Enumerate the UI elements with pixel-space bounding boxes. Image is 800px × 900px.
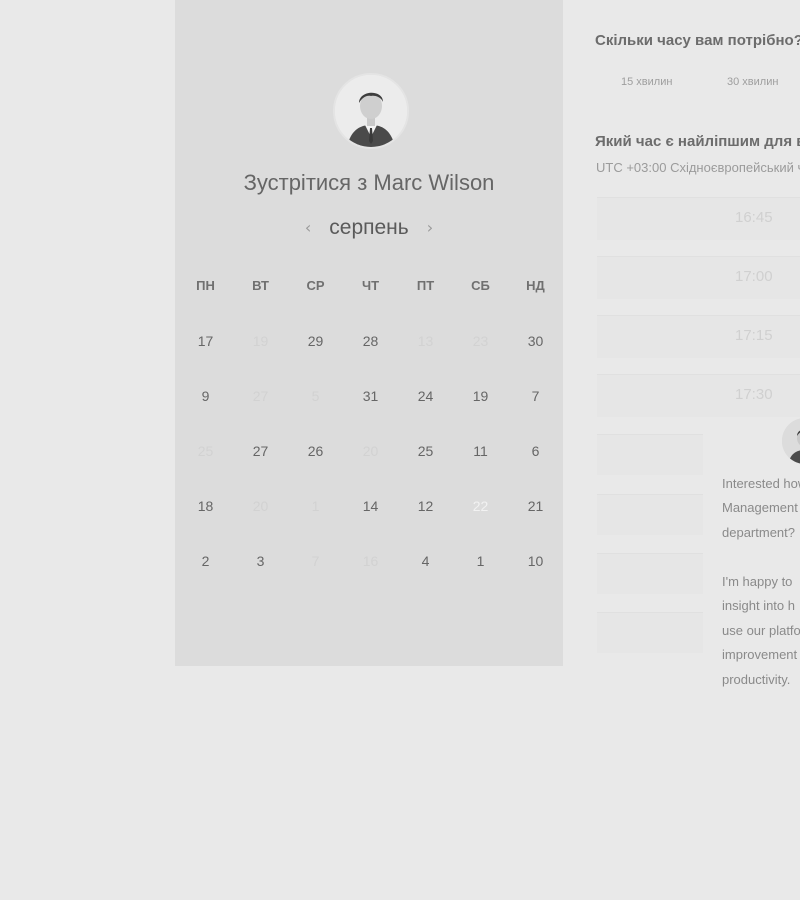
- calendar-day[interactable]: 2: [178, 551, 233, 571]
- calendar-day-disabled: 7: [311, 553, 320, 569]
- weekday-label: СБ: [471, 278, 490, 293]
- weekday-label: ВТ: [252, 278, 269, 293]
- chat-line: use our platfo: [722, 623, 800, 638]
- calendar-day-disabled: 20: [362, 443, 379, 459]
- calendar-day-disabled: 1: [311, 498, 320, 514]
- chat-line: Interested how: [722, 476, 800, 491]
- duration-option-15[interactable]: 15 хвилин: [621, 68, 672, 96]
- calendar-day[interactable]: 9: [178, 386, 233, 406]
- time-slot[interactable]: 17:15: [597, 315, 800, 358]
- calendar-day[interactable]: 17: [178, 331, 233, 351]
- calendar-day[interactable]: 25: [398, 441, 453, 461]
- weekday-header: ПН ВТ СР ЧТ ПТ СБ НД: [178, 278, 563, 293]
- calendar-week: 17 19 29 28 13 23 30: [178, 331, 563, 351]
- calendar-day[interactable]: 24: [398, 386, 453, 406]
- chevron-left-icon[interactable]: ‹: [305, 220, 311, 236]
- time-slot-label: 17:15: [735, 327, 773, 344]
- weekday-label: ПТ: [416, 278, 435, 293]
- calendar-day[interactable]: 21: [508, 496, 563, 516]
- calendar-day[interactable]: 18: [178, 496, 233, 516]
- calendar-day[interactable]: 19: [453, 386, 508, 406]
- month-label: серпень: [329, 216, 409, 239]
- calendar-day[interactable]: 27: [233, 441, 288, 461]
- selected-day-label: 22: [472, 498, 489, 514]
- calendar-week: 9 27 5 31 24 19 7: [178, 386, 563, 406]
- time-slot-label: 16:45: [735, 209, 773, 226]
- meeting-title: Зустрітися з Marc Wilson: [243, 170, 495, 195]
- calendar-week: 25 27 26 20 25 11 6: [178, 441, 563, 461]
- duration-question: Скільки часу вам потрібно?: [595, 32, 800, 49]
- time-slot[interactable]: 16:45: [597, 197, 800, 240]
- timezone-label[interactable]: UTC +03:00 Східноєвропейський час: [596, 160, 800, 175]
- chat-line: Management: [722, 500, 798, 515]
- calendar-day[interactable]: 26: [288, 441, 343, 461]
- time-slot-label: 17:30: [735, 386, 773, 403]
- time-slot[interactable]: [597, 434, 703, 475]
- time-question: Який час є найліпшим для вас?: [595, 133, 800, 150]
- calendar-day-disabled: 25: [197, 443, 214, 459]
- chat-line: insight into h: [722, 598, 795, 613]
- chat-line: department?: [722, 525, 795, 540]
- chevron-right-icon[interactable]: ›: [427, 220, 433, 236]
- calendar-day[interactable]: 28: [343, 331, 398, 351]
- calendar-day-disabled: 5: [311, 388, 320, 404]
- time-slot[interactable]: [597, 494, 703, 535]
- chat-line: improvement: [722, 647, 798, 662]
- duration-tabs: 15 хвилин 30 хвилин: [595, 68, 800, 96]
- person-photo: [335, 75, 407, 147]
- calendar-day[interactable]: 1: [453, 551, 508, 571]
- calendar-day[interactable]: 30: [508, 331, 563, 351]
- calendar-day[interactable]: 11: [453, 441, 508, 461]
- calendar-day-disabled: 23: [472, 333, 489, 349]
- calendar-day[interactable]: 6: [508, 441, 563, 461]
- duration-option-30[interactable]: 30 хвилин: [727, 68, 778, 96]
- calendar-day[interactable]: 29: [288, 331, 343, 351]
- time-slot[interactable]: [597, 612, 703, 653]
- time-slot[interactable]: 17:00: [597, 256, 800, 299]
- calendar-day[interactable]: 4: [398, 551, 453, 571]
- weekday-label: ПН: [196, 278, 215, 293]
- calendar-day[interactable]: 7: [508, 386, 563, 406]
- calendar-day[interactable]: 10: [508, 551, 563, 571]
- calendar-day[interactable]: 3: [233, 551, 288, 571]
- weekday-label: НД: [526, 278, 545, 293]
- calendar-day[interactable]: 14: [343, 496, 398, 516]
- calendar-day-disabled: 20: [252, 498, 269, 514]
- calendar-day-disabled: 16: [362, 553, 379, 569]
- calendar-week: 18 20 1 14 12 22 21: [178, 481, 563, 530]
- calendar-day-disabled: 19: [252, 333, 269, 349]
- calendar-day-selected[interactable]: 22: [453, 481, 508, 530]
- calendar-day[interactable]: 12: [398, 496, 453, 516]
- weekday-label: ЧТ: [361, 278, 380, 293]
- calendar-day-disabled: 13: [417, 333, 434, 349]
- host-avatar: [333, 73, 409, 149]
- time-slot[interactable]: [597, 553, 703, 594]
- time-slot[interactable]: 17:30: [597, 374, 800, 417]
- chat-line: productivity.: [722, 672, 791, 687]
- calendar-day-disabled: 27: [252, 388, 269, 404]
- chat-line: I'm happy to: [722, 574, 793, 589]
- time-slot-label: 17:00: [735, 268, 773, 285]
- weekday-label: СР: [306, 278, 325, 293]
- calendar-day[interactable]: 31: [343, 386, 398, 406]
- calendar-week: 2 3 7 16 4 1 10: [178, 551, 563, 571]
- month-navigator: ‹ серпень ›: [175, 216, 563, 240]
